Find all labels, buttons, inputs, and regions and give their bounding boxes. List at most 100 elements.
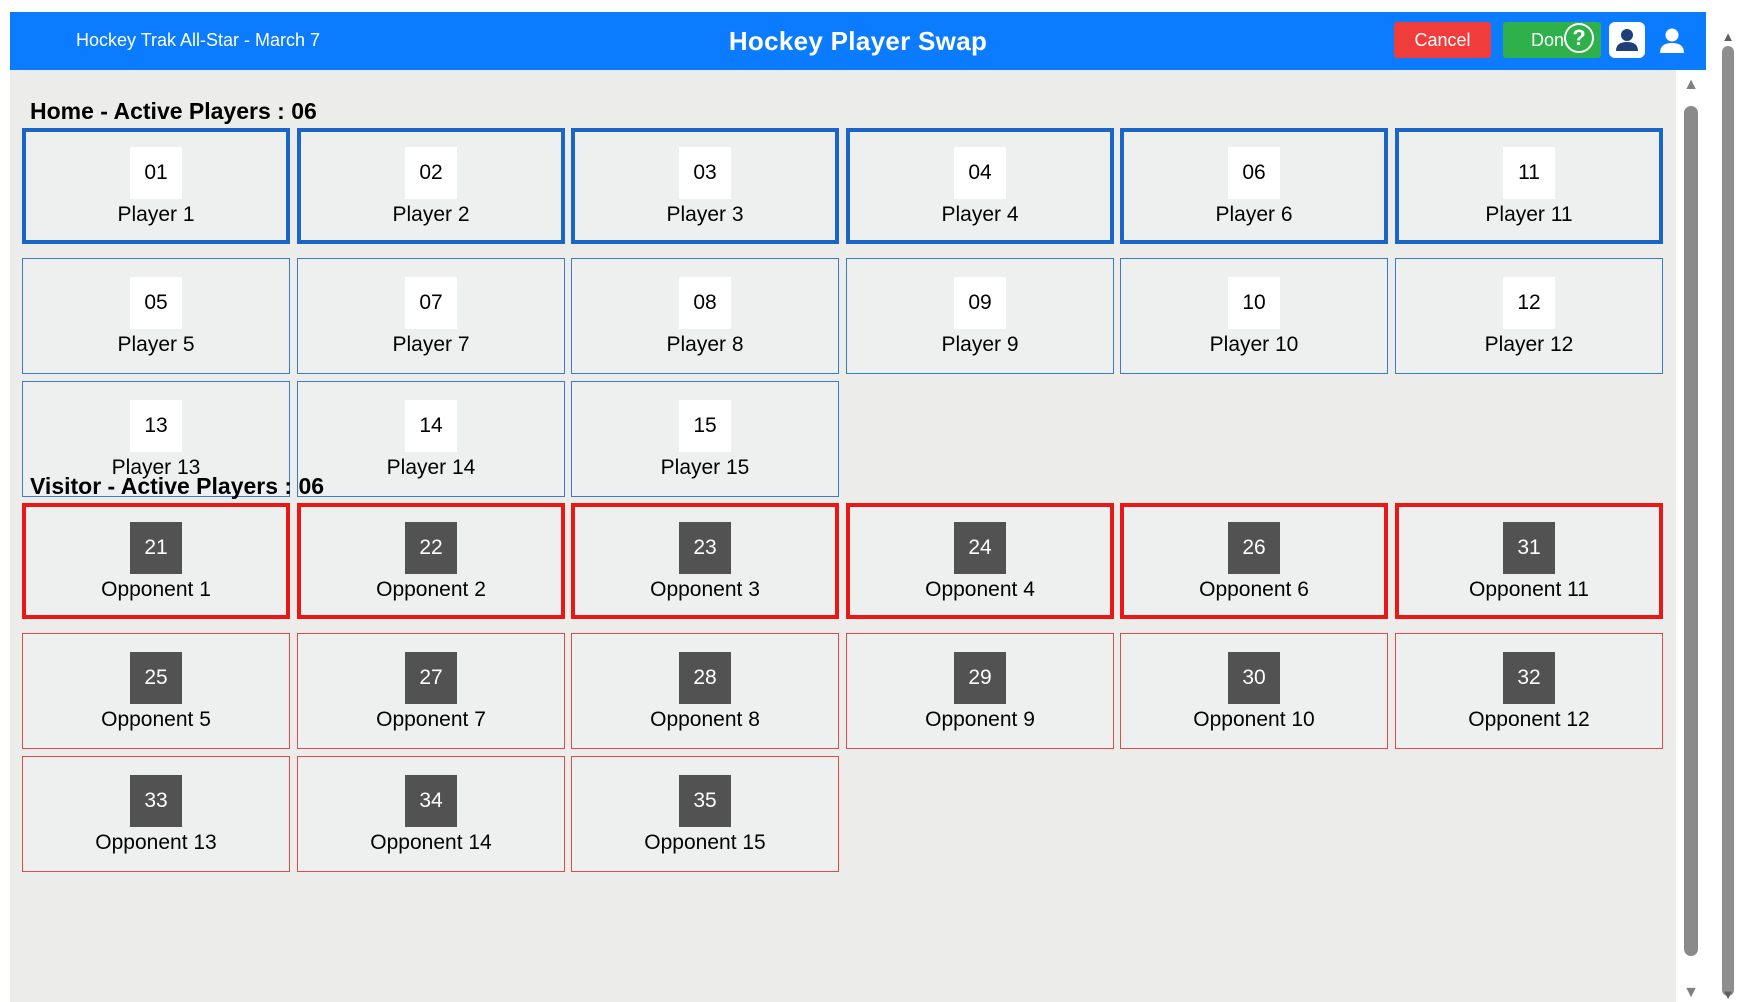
- home-player-card[interactable]: 05 Player 5: [22, 258, 290, 374]
- player-name: Player 8: [666, 333, 744, 356]
- jersey-number: 34: [405, 775, 457, 827]
- jersey-number: 32: [1503, 652, 1555, 704]
- profile-card-icon[interactable]: [1609, 22, 1645, 58]
- player-name: Opponent 7: [376, 708, 486, 731]
- player-name: Opponent 4: [925, 578, 1035, 601]
- player-name: Opponent 13: [95, 831, 217, 854]
- event-title: Hockey Trak All-Star - March 7: [76, 30, 321, 50]
- visitor-player-card[interactable]: 21 Opponent 1: [22, 503, 290, 619]
- visitor-player-card[interactable]: 34 Opponent 14: [297, 756, 565, 872]
- home-player-card[interactable]: 14 Player 14: [297, 381, 565, 497]
- visitor-player-card[interactable]: 32 Opponent 12: [1395, 633, 1663, 749]
- player-name: Opponent 9: [925, 708, 1035, 731]
- jersey-number: 28: [679, 652, 731, 704]
- player-name: Opponent 8: [650, 708, 760, 731]
- player-name: Player 12: [1484, 333, 1574, 356]
- player-name: Player 11: [1485, 203, 1573, 226]
- jersey-number: 14: [405, 400, 457, 452]
- home-player-card[interactable]: 11 Player 11: [1395, 128, 1663, 244]
- page-scroll-down-arrow-icon[interactable]: ▼: [1719, 988, 1737, 1002]
- jersey-number: 11: [1503, 147, 1555, 199]
- jersey-number: 23: [679, 522, 731, 574]
- scroll-down-arrow-icon[interactable]: ▼: [1676, 984, 1706, 1002]
- jersey-number: 22: [405, 522, 457, 574]
- visitor-player-card[interactable]: 24 Opponent 4: [846, 503, 1114, 619]
- player-name: Opponent 11: [1469, 578, 1589, 601]
- jersey-number: 29: [954, 652, 1006, 704]
- player-name: Player 15: [660, 456, 750, 479]
- home-player-card[interactable]: 06 Player 6: [1120, 128, 1388, 244]
- home-player-card[interactable]: 01 Player 1: [22, 128, 290, 244]
- visitor-player-card[interactable]: 23 Opponent 3: [571, 503, 839, 619]
- player-name: Opponent 15: [644, 831, 766, 854]
- player-name: Player 1: [117, 203, 195, 226]
- player-name: Opponent 1: [101, 578, 211, 601]
- jersey-number: 10: [1228, 277, 1280, 329]
- player-name: Opponent 2: [376, 578, 486, 601]
- home-player-card[interactable]: 04 Player 4: [846, 128, 1114, 244]
- jersey-number: 25: [130, 652, 182, 704]
- jersey-number: 30: [1228, 652, 1280, 704]
- player-name: Player 5: [117, 333, 195, 356]
- jersey-number: 08: [679, 277, 731, 329]
- content-scroll-thumb[interactable]: [1684, 106, 1698, 956]
- cancel-button[interactable]: Cancel: [1394, 22, 1491, 58]
- content-scrollbar[interactable]: ▲ ▼: [1676, 70, 1706, 1002]
- jersey-number: 24: [954, 522, 1006, 574]
- visitor-player-card[interactable]: 35 Opponent 15: [571, 756, 839, 872]
- content-area: Home - Active Players : 06 01 Player 1 02 P…: [10, 70, 1676, 1002]
- visitor-player-card[interactable]: 30 Opponent 10: [1120, 633, 1388, 749]
- jersey-number: 12: [1503, 277, 1555, 329]
- visitor-player-card[interactable]: 26 Opponent 6: [1120, 503, 1388, 619]
- visitor-player-card[interactable]: 28 Opponent 8: [571, 633, 839, 749]
- header-bar: Hockey Trak All-Star - March 7 Hockey Pl…: [10, 12, 1706, 70]
- jersey-number: 15: [679, 400, 731, 452]
- jersey-number: 06: [1228, 147, 1280, 199]
- visitor-player-card[interactable]: 31 Opponent 11: [1395, 503, 1663, 619]
- page-scroll-up-arrow-icon[interactable]: ▲: [1719, 30, 1737, 44]
- player-name: Player 14: [386, 456, 476, 479]
- page-scrollbar[interactable]: ▲ ▼: [1719, 30, 1737, 1002]
- home-player-card[interactable]: 07 Player 7: [297, 258, 565, 374]
- jersey-number: 02: [405, 147, 457, 199]
- home-player-card[interactable]: 12 Player 12: [1395, 258, 1663, 374]
- home-player-card[interactable]: 09 Player 9: [846, 258, 1114, 374]
- player-name: Player 6: [1215, 203, 1293, 226]
- player-name: Player 10: [1209, 333, 1299, 356]
- home-player-card[interactable]: 10 Player 10: [1120, 258, 1388, 374]
- visitor-player-card[interactable]: 22 Opponent 2: [297, 503, 565, 619]
- jersey-number: 13: [130, 400, 182, 452]
- player-name: Opponent 14: [370, 831, 492, 854]
- visitor-player-card[interactable]: 27 Opponent 7: [297, 633, 565, 749]
- app-window: Hockey Trak All-Star - March 7 Hockey Pl…: [10, 12, 1706, 1002]
- player-name: Opponent 12: [1468, 708, 1590, 731]
- page-scroll-thumb[interactable]: [1722, 46, 1734, 996]
- player-name: Player 4: [941, 203, 1019, 226]
- visitor-player-card[interactable]: 33 Opponent 13: [22, 756, 290, 872]
- player-name: Player 3: [666, 203, 744, 226]
- user-icon[interactable]: [1657, 25, 1687, 55]
- visitor-player-card[interactable]: 29 Opponent 9: [846, 633, 1114, 749]
- jersey-number: 07: [405, 277, 457, 329]
- home-player-card[interactable]: 15 Player 15: [571, 381, 839, 497]
- help-icon[interactable]: ?: [1564, 23, 1594, 53]
- home-player-card[interactable]: 02 Player 2: [297, 128, 565, 244]
- home-player-card[interactable]: 03 Player 3: [571, 128, 839, 244]
- player-name: Opponent 5: [101, 708, 211, 731]
- jersey-number: 27: [405, 652, 457, 704]
- player-name: Player 9: [941, 333, 1019, 356]
- player-name: Player 7: [392, 333, 470, 356]
- scroll-up-arrow-icon[interactable]: ▲: [1676, 76, 1706, 94]
- jersey-number: 04: [954, 147, 1006, 199]
- player-name: Player 2: [392, 203, 470, 226]
- player-name: Opponent 3: [650, 578, 760, 601]
- visitor-section-title: Visitor - Active Players : 06: [30, 473, 325, 499]
- jersey-number: 05: [130, 277, 182, 329]
- jersey-number: 21: [130, 522, 182, 574]
- home-player-card[interactable]: 08 Player 8: [571, 258, 839, 374]
- visitor-player-card[interactable]: 25 Opponent 5: [22, 633, 290, 749]
- player-name: Opponent 6: [1199, 578, 1309, 601]
- home-section-title: Home - Active Players : 06: [30, 98, 317, 124]
- jersey-number: 09: [954, 277, 1006, 329]
- player-name: Opponent 10: [1193, 708, 1315, 731]
